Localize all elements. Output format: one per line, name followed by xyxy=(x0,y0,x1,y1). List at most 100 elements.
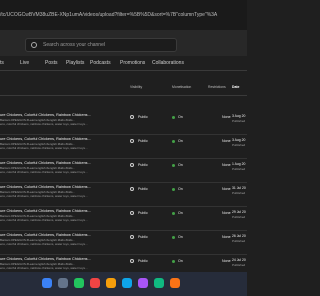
restrictions-cell: None xyxy=(222,235,231,239)
visibility-cell[interactable]: Public xyxy=(130,139,148,143)
visibility-cell[interactable]: Public xyxy=(130,115,148,119)
monetization-label: On xyxy=(178,139,183,143)
tab-videos[interactable]: ts xyxy=(0,60,4,66)
monetization-status-dot xyxy=(172,139,175,143)
globe-icon xyxy=(130,163,134,167)
restrictions-cell: None xyxy=(222,259,231,263)
monetization-cell[interactable]: On xyxy=(172,115,183,119)
table-row[interactable]: ure Chickens, Colorful Chickens, Rainbow… xyxy=(0,206,247,231)
date-cell: 31 Jul 20 xyxy=(232,186,246,190)
monetization-label: On xyxy=(178,259,183,263)
tab-live[interactable]: Live xyxy=(20,60,29,66)
tab-collaborations[interactable]: Collaborations xyxy=(152,60,184,66)
publish-status: Published xyxy=(232,215,246,219)
video-description: ens, colorful chickens, rainbow chickens… xyxy=(0,218,88,222)
monetization-cell[interactable]: On xyxy=(172,259,183,263)
monetization-cell[interactable]: On xyxy=(172,235,183,239)
monetization-label: On xyxy=(178,235,183,239)
address-bar[interactable]: /tc/UCOGCwBVM38uZBE-XNp1umA/videos/uploa… xyxy=(0,0,247,30)
header-monetization[interactable]: Monetisation xyxy=(172,85,191,89)
restrictions-cell: None xyxy=(222,163,231,167)
visibility-label: Public xyxy=(138,139,148,143)
tabs-divider xyxy=(0,70,247,71)
globe-icon xyxy=(130,259,134,263)
monetization-label: On xyxy=(178,115,183,119)
visibility-label: Public xyxy=(138,211,148,215)
taskbar-app-icon[interactable] xyxy=(90,278,100,288)
visibility-label: Public xyxy=(138,187,148,191)
table-row[interactable]: ure Chickens, Colorful Chickens, Rainbow… xyxy=(0,158,247,183)
monetization-cell[interactable]: On xyxy=(172,139,183,143)
taskbar-app-icon[interactable] xyxy=(74,278,84,288)
publish-status: Published xyxy=(232,143,246,147)
monetization-cell[interactable]: On xyxy=(172,211,183,215)
monetization-status-dot xyxy=(172,163,175,167)
visibility-cell[interactable]: Public xyxy=(130,163,148,167)
publish-status: Published xyxy=(232,191,246,195)
video-title[interactable]: ure Chickens, Colorful Chickens, Rainbow… xyxy=(0,233,91,237)
header-date[interactable]: Date xyxy=(232,85,239,89)
monetization-status-dot xyxy=(172,115,175,119)
table-row[interactable]: ure Chickens, Colorful Chickens, Rainbow… xyxy=(0,110,247,135)
monetization-status-dot xyxy=(172,211,175,215)
visibility-label: Public xyxy=(138,115,148,119)
monetization-status-dot xyxy=(172,235,175,239)
publish-status: Published xyxy=(232,167,246,171)
taskbar-app-icon[interactable] xyxy=(170,278,180,288)
monetization-cell[interactable]: On xyxy=(172,163,183,167)
taskbar-app-icon[interactable] xyxy=(154,278,164,288)
header-restrictions[interactable]: Restrictions xyxy=(208,85,226,89)
table-header: Visibility Monetisation Restrictions Dat… xyxy=(0,83,247,93)
date-cell: 26 Jul 20 xyxy=(232,234,246,238)
video-description: ens, colorful chickens, rainbow chickens… xyxy=(0,146,88,150)
taskbar-app-icon[interactable] xyxy=(106,278,116,288)
taskbar-app-icon[interactable] xyxy=(122,278,132,288)
table-row[interactable]: ure Chickens, Colorful Chickens, Rainbow… xyxy=(0,134,247,159)
header-visibility[interactable]: Visibility xyxy=(130,85,142,89)
globe-icon xyxy=(130,211,134,215)
content-tabs: ts Live Posts Playlists Podcasts Promoti… xyxy=(0,58,247,70)
globe-icon xyxy=(130,235,134,239)
search-box[interactable]: Search across your channel xyxy=(25,38,177,52)
date-cell: 24 Jul 20 xyxy=(232,258,246,262)
restrictions-cell: None xyxy=(222,115,231,119)
search-icon[interactable] xyxy=(31,42,37,48)
date-cell: 3 Aug 20 xyxy=(232,114,246,118)
publish-status: Published xyxy=(232,239,246,243)
video-title[interactable]: ure Chickens, Colorful Chickens, Rainbow… xyxy=(0,161,91,165)
video-title[interactable]: ure Chickens, Colorful Chickens, Rainbow… xyxy=(0,113,91,117)
visibility-cell[interactable]: Public xyxy=(130,259,148,263)
windows-start-icon[interactable] xyxy=(42,278,52,288)
taskbar-app-icon[interactable] xyxy=(58,278,68,288)
video-description: ens, colorful chickens, rainbow chickens… xyxy=(0,170,88,174)
tab-promotions[interactable]: Promotions xyxy=(120,60,145,66)
table-row[interactable]: ure Chickens, Colorful Chickens, Rainbow… xyxy=(0,230,247,255)
monetization-status-dot xyxy=(172,259,175,263)
visibility-cell[interactable]: Public xyxy=(130,235,148,239)
video-title[interactable]: ure Chickens, Colorful Chickens, Rainbow… xyxy=(0,209,91,213)
header-divider xyxy=(0,95,247,96)
visibility-cell[interactable]: Public xyxy=(130,187,148,191)
video-description: ens, colorful chickens, rainbow chickens… xyxy=(0,122,88,126)
video-title[interactable]: ure Chickens, Colorful Chickens, Rainbow… xyxy=(0,185,91,189)
monetization-label: On xyxy=(178,211,183,215)
globe-icon xyxy=(130,139,134,143)
globe-icon xyxy=(130,115,134,119)
monetization-label: On xyxy=(178,163,183,167)
video-title[interactable]: ure Chickens, Colorful Chickens, Rainbow… xyxy=(0,137,91,141)
tab-posts[interactable]: Posts xyxy=(45,60,58,66)
globe-icon xyxy=(130,187,134,191)
date-cell: 3 Aug 20 xyxy=(232,138,246,142)
visibility-cell[interactable]: Public xyxy=(130,211,148,215)
tab-podcasts[interactable]: Podcasts xyxy=(90,60,111,66)
video-title[interactable]: ure Chickens, Colorful Chickens, Rainbow… xyxy=(0,257,91,261)
taskbar-app-icon[interactable] xyxy=(138,278,148,288)
tab-playlists[interactable]: Playlists xyxy=(66,60,84,66)
table-row[interactable]: ure Chickens, Colorful Chickens, Rainbow… xyxy=(0,182,247,207)
visibility-label: Public xyxy=(138,235,148,239)
monetization-cell[interactable]: On xyxy=(172,187,183,191)
monetization-label: On xyxy=(178,187,183,191)
address-url[interactable]: /tc/UCOGCwBVM38uZBE-XNp1umA/videos/uploa… xyxy=(0,12,217,18)
date-cell: 1 Aug 20 xyxy=(232,162,246,166)
video-description: ens, colorful chickens, rainbow chickens… xyxy=(0,242,88,246)
